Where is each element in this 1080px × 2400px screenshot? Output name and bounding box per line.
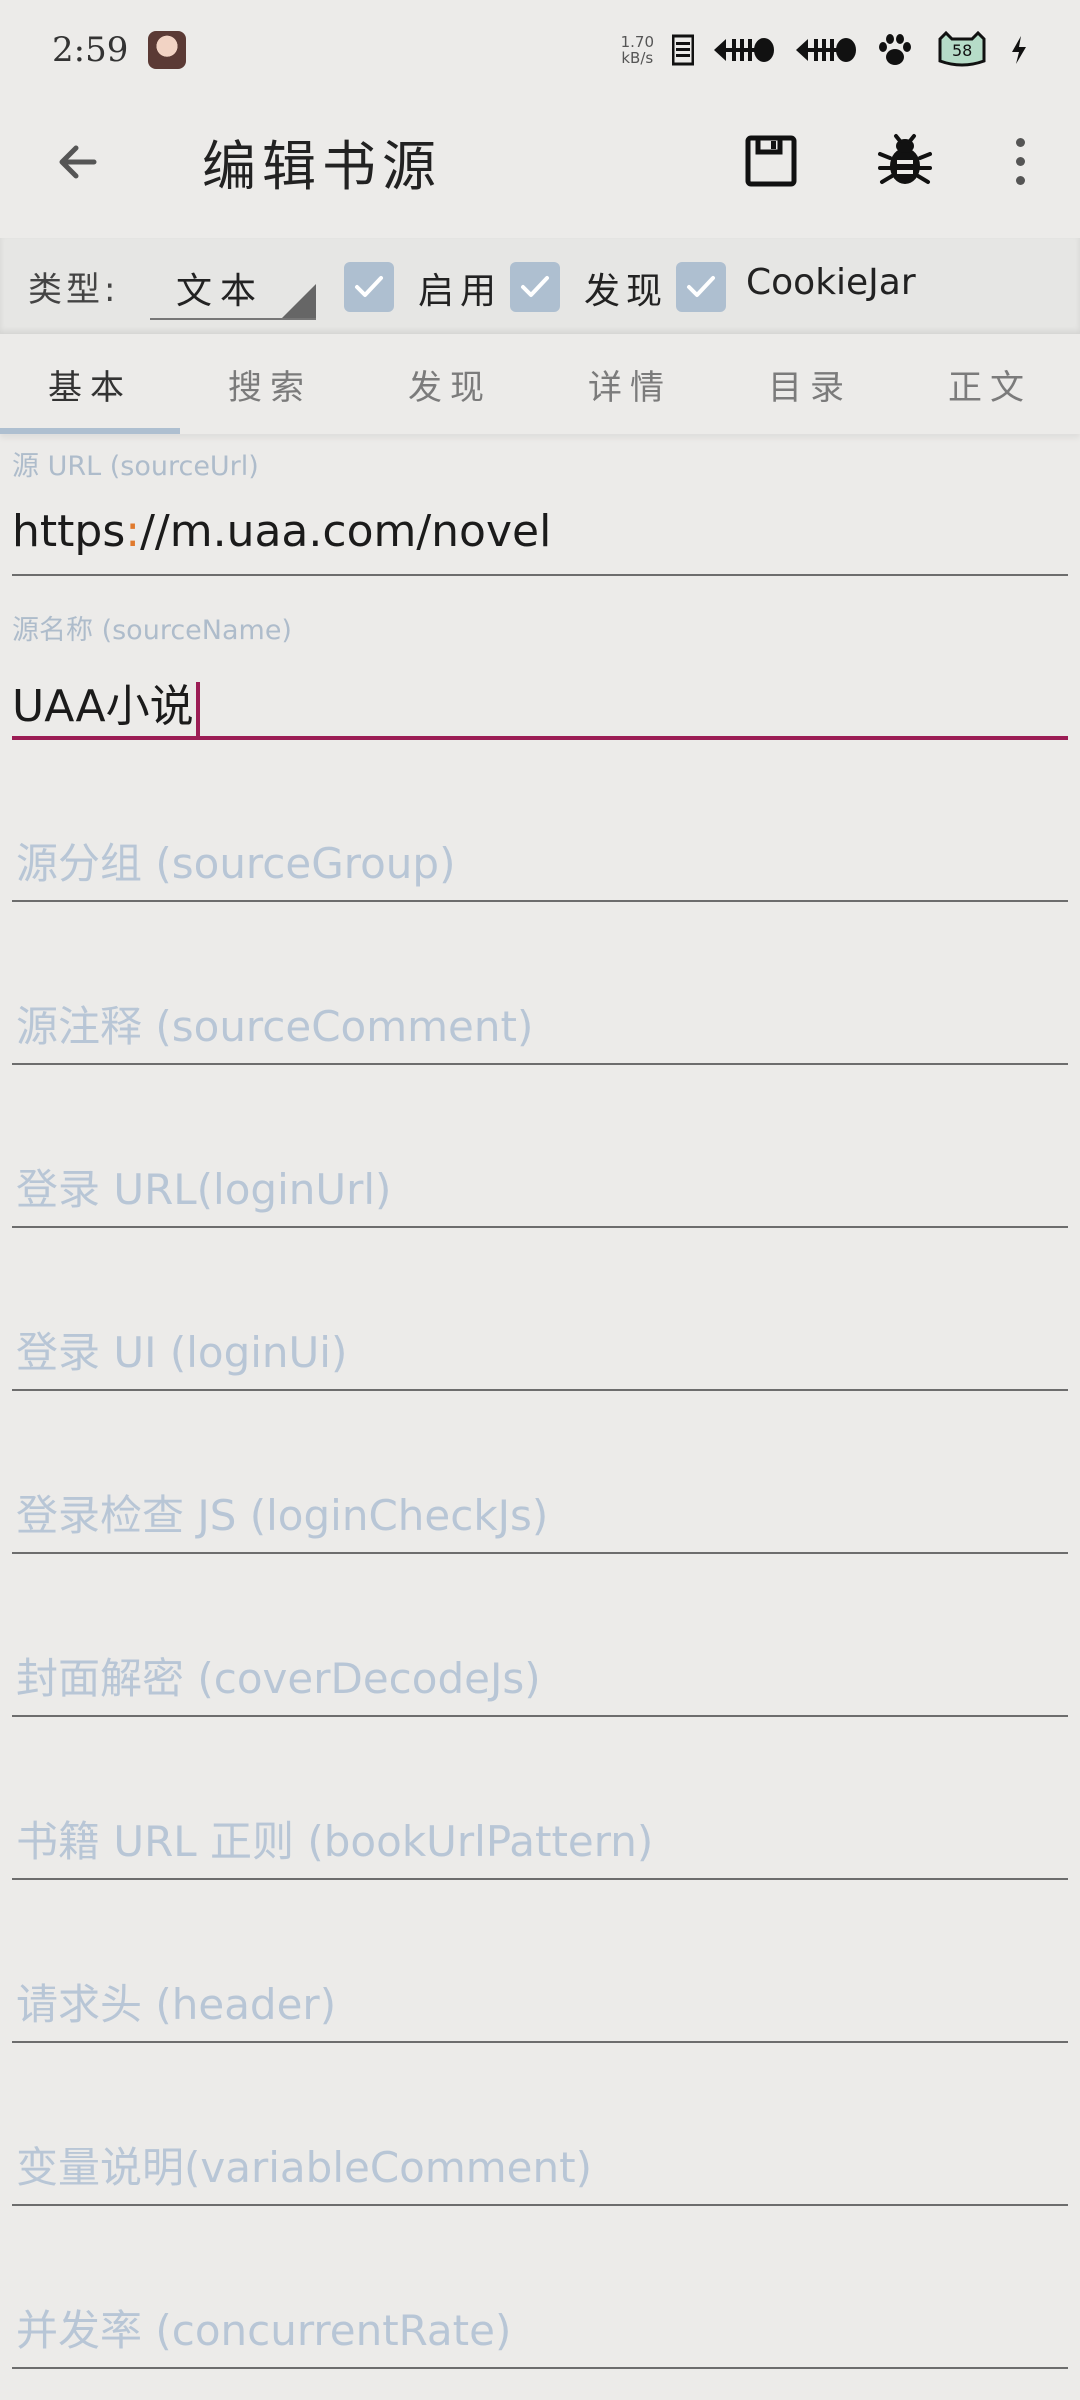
enable-checkbox-label[interactable]: 启用	[418, 262, 502, 314]
status-icons: 1.70 kB/s 58	[621, 31, 1028, 67]
source-url-underline	[12, 574, 1068, 576]
source-comment-placeholder: 源注释 (sourceComment)	[16, 1002, 534, 1051]
save-icon	[745, 135, 797, 187]
header-placeholder: 请求头 (header)	[16, 1980, 337, 2029]
discover-checkbox[interactable]	[510, 262, 560, 312]
dropdown-triangle-icon	[282, 284, 316, 318]
signal-icon	[672, 33, 694, 67]
enable-checkbox[interactable]	[344, 262, 394, 312]
book-url-pattern-placeholder: 书籍 URL 正则 (bookUrlPattern)	[16, 1817, 654, 1866]
check-icon	[687, 276, 715, 297]
check-icon	[355, 276, 383, 297]
charging-icon	[1010, 33, 1028, 67]
source-name-label: 源名称 (sourceName)	[12, 615, 292, 646]
concurrent-rate-placeholder: 并发率 (concurrentRate)	[16, 2306, 512, 2355]
source-name-underline	[12, 736, 1068, 740]
tab-detail[interactable]: 详情	[540, 334, 720, 434]
battery-level: 58	[952, 41, 973, 60]
tab-indicator	[0, 428, 180, 434]
tab-toc[interactable]: 目录	[720, 334, 900, 434]
page-title: 编辑书源	[202, 135, 442, 198]
tab-content[interactable]: 正文	[900, 334, 1080, 434]
debug-button[interactable]	[874, 130, 936, 192]
fish-bone-icon	[794, 33, 858, 67]
concurrent-rate-field[interactable]: 并发率 (concurrentRate)	[12, 2287, 1068, 2371]
discover-checkbox-label[interactable]: 发现	[584, 262, 668, 314]
save-button[interactable]	[740, 130, 802, 192]
source-group-placeholder: 源分组 (sourceGroup)	[16, 839, 456, 888]
tab-discover[interactable]: 发现	[360, 334, 540, 434]
network-speed: 1.70 kB/s	[621, 34, 654, 66]
header-field[interactable]: 请求头 (header)	[12, 1961, 1068, 2045]
cover-decode-js-placeholder: 封面解密 (coverDecodeJs)	[16, 1654, 541, 1703]
check-icon	[521, 276, 549, 297]
notification-avatar-icon	[148, 31, 187, 69]
fish-bone-icon	[712, 33, 776, 67]
source-name-input[interactable]: UAA小说	[12, 670, 200, 736]
source-url-label: 源 URL (sourceUrl)	[12, 451, 259, 482]
text-cursor	[195, 682, 200, 736]
tab-bar: 基本 搜索 发现 详情 目录 正文	[0, 334, 1080, 434]
source-group-field[interactable]: 源分组 (sourceGroup)	[12, 820, 1068, 904]
options-row: 类型: 文本 启用 发现 CookieJar	[0, 238, 1080, 334]
network-speed-value: 1.70	[620, 33, 654, 51]
more-options-button[interactable]	[1000, 130, 1040, 192]
back-arrow-icon	[59, 145, 97, 179]
paw-icon	[876, 33, 914, 67]
type-dropdown[interactable]: 文本	[150, 254, 316, 320]
status-time: 2:59	[52, 30, 129, 70]
source-name-field[interactable]: 源名称 (sourceName) UAA小说	[12, 608, 1068, 744]
type-label: 类型:	[28, 270, 120, 310]
bug-icon	[878, 134, 932, 184]
variable-comment-field[interactable]: 变量说明(variableComment)	[12, 2124, 1068, 2208]
login-url-field[interactable]: 登录 URL(loginUrl)	[12, 1146, 1068, 1230]
cover-decode-js-field[interactable]: 封面解密 (coverDecodeJs)	[12, 1635, 1068, 1719]
tab-search[interactable]: 搜索	[180, 334, 360, 434]
login-check-js-field[interactable]: 登录检查 JS (loginCheckJs)	[12, 1472, 1068, 1556]
more-vert-icon	[1015, 137, 1025, 147]
network-speed-unit: kB/s	[621, 49, 654, 67]
login-ui-placeholder: 登录 UI (loginUi)	[16, 1328, 348, 1377]
cookiejar-checkbox-label[interactable]: CookieJar	[746, 262, 916, 303]
back-button[interactable]	[48, 132, 108, 192]
type-dropdown-value: 文本	[176, 271, 265, 312]
cookiejar-checkbox[interactable]	[676, 262, 726, 312]
source-url-input[interactable]: https://m.uaa.com/novel	[12, 506, 551, 557]
book-url-pattern-field[interactable]: 书籍 URL 正则 (bookUrlPattern)	[12, 1798, 1068, 1882]
variable-comment-placeholder: 变量说明(variableComment)	[16, 2143, 592, 2192]
app-bar: 编辑书源	[0, 100, 1080, 238]
battery-cat-icon: 58	[932, 31, 992, 67]
login-check-js-placeholder: 登录检查 JS (loginCheckJs)	[16, 1491, 549, 1540]
source-url-field[interactable]: 源 URL (sourceUrl) https://m.uaa.com/nove…	[12, 444, 1068, 578]
login-url-placeholder: 登录 URL(loginUrl)	[16, 1165, 392, 1214]
status-bar: 2:59 1.70 kB/s 58	[0, 0, 1080, 100]
tab-basic[interactable]: 基本	[0, 334, 180, 434]
source-comment-field[interactable]: 源注释 (sourceComment)	[12, 983, 1068, 1067]
login-ui-field[interactable]: 登录 UI (loginUi)	[12, 1309, 1068, 1393]
